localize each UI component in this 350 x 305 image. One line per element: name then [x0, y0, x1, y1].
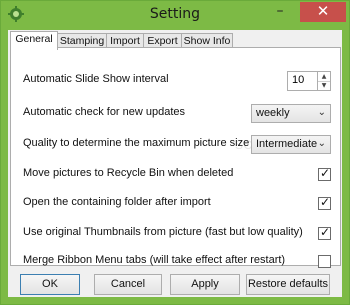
close-button[interactable]: ✕	[300, 2, 346, 22]
chevron-down-icon: ⌄	[317, 107, 326, 118]
checkmark-icon: ✓	[320, 195, 331, 209]
open-folder-checkbox[interactable]: ✓	[318, 195, 331, 210]
cancel-button[interactable]: Cancel	[94, 274, 162, 295]
merge-ribbon-label: Merge Ribbon Menu tabs (will take effect…	[23, 254, 286, 266]
apply-button[interactable]: Apply	[170, 274, 240, 295]
update-check-label: Automatic check for new updates	[23, 106, 186, 118]
slideshow-interval-spinner[interactable]: 10 ▲ ▼	[287, 71, 331, 91]
spinner-down-icon[interactable]: ▼	[318, 81, 330, 90]
checkmark-icon: ✓	[320, 225, 331, 239]
original-thumbnails-checkbox[interactable]: ✓	[318, 225, 331, 240]
dialog-body: General Stamping Import Export Show Info…	[8, 30, 342, 297]
window-title: Setting	[149, 6, 201, 22]
merge-ribbon-checkbox[interactable]	[318, 255, 331, 268]
general-panel: SOFTPEDIA Automatic Slide Show interval …	[10, 47, 341, 268]
picture-quality-value: Intermediate	[256, 138, 318, 150]
update-frequency-value: weekly	[256, 107, 290, 119]
original-thumbnails-label: Use original Thumbnails from picture (fa…	[23, 226, 303, 238]
recycle-bin-label: Move pictures to Recycle Bin when delete…	[23, 167, 234, 179]
picture-quality-dropdown[interactable]: Intermediate ⌄	[251, 135, 331, 154]
picture-quality-label: Quality to determine the maximum picture…	[23, 137, 250, 149]
ok-button[interactable]: OK	[20, 274, 80, 295]
tab-general[interactable]: General	[10, 31, 58, 50]
update-frequency-dropdown[interactable]: weekly ⌄	[251, 104, 331, 123]
slideshow-interval-value[interactable]: 10	[292, 74, 304, 86]
spinner-buttons: ▲ ▼	[317, 72, 330, 90]
recycle-bin-checkbox[interactable]: ✓	[318, 166, 331, 181]
slideshow-interval-label: Automatic Slide Show interval	[23, 73, 169, 85]
open-folder-label: Open the containing folder after import	[23, 196, 211, 208]
settings-window: Setting – ✕ General Stamping Import Expo…	[0, 0, 350, 305]
checkmark-icon: ✓	[320, 166, 331, 180]
title-bar[interactable]: Setting – ✕	[1, 1, 349, 30]
minimize-button[interactable]: –	[267, 2, 293, 21]
restore-defaults-button[interactable]: Restore defaults	[246, 274, 330, 295]
chevron-down-icon: ⌄	[317, 138, 326, 149]
